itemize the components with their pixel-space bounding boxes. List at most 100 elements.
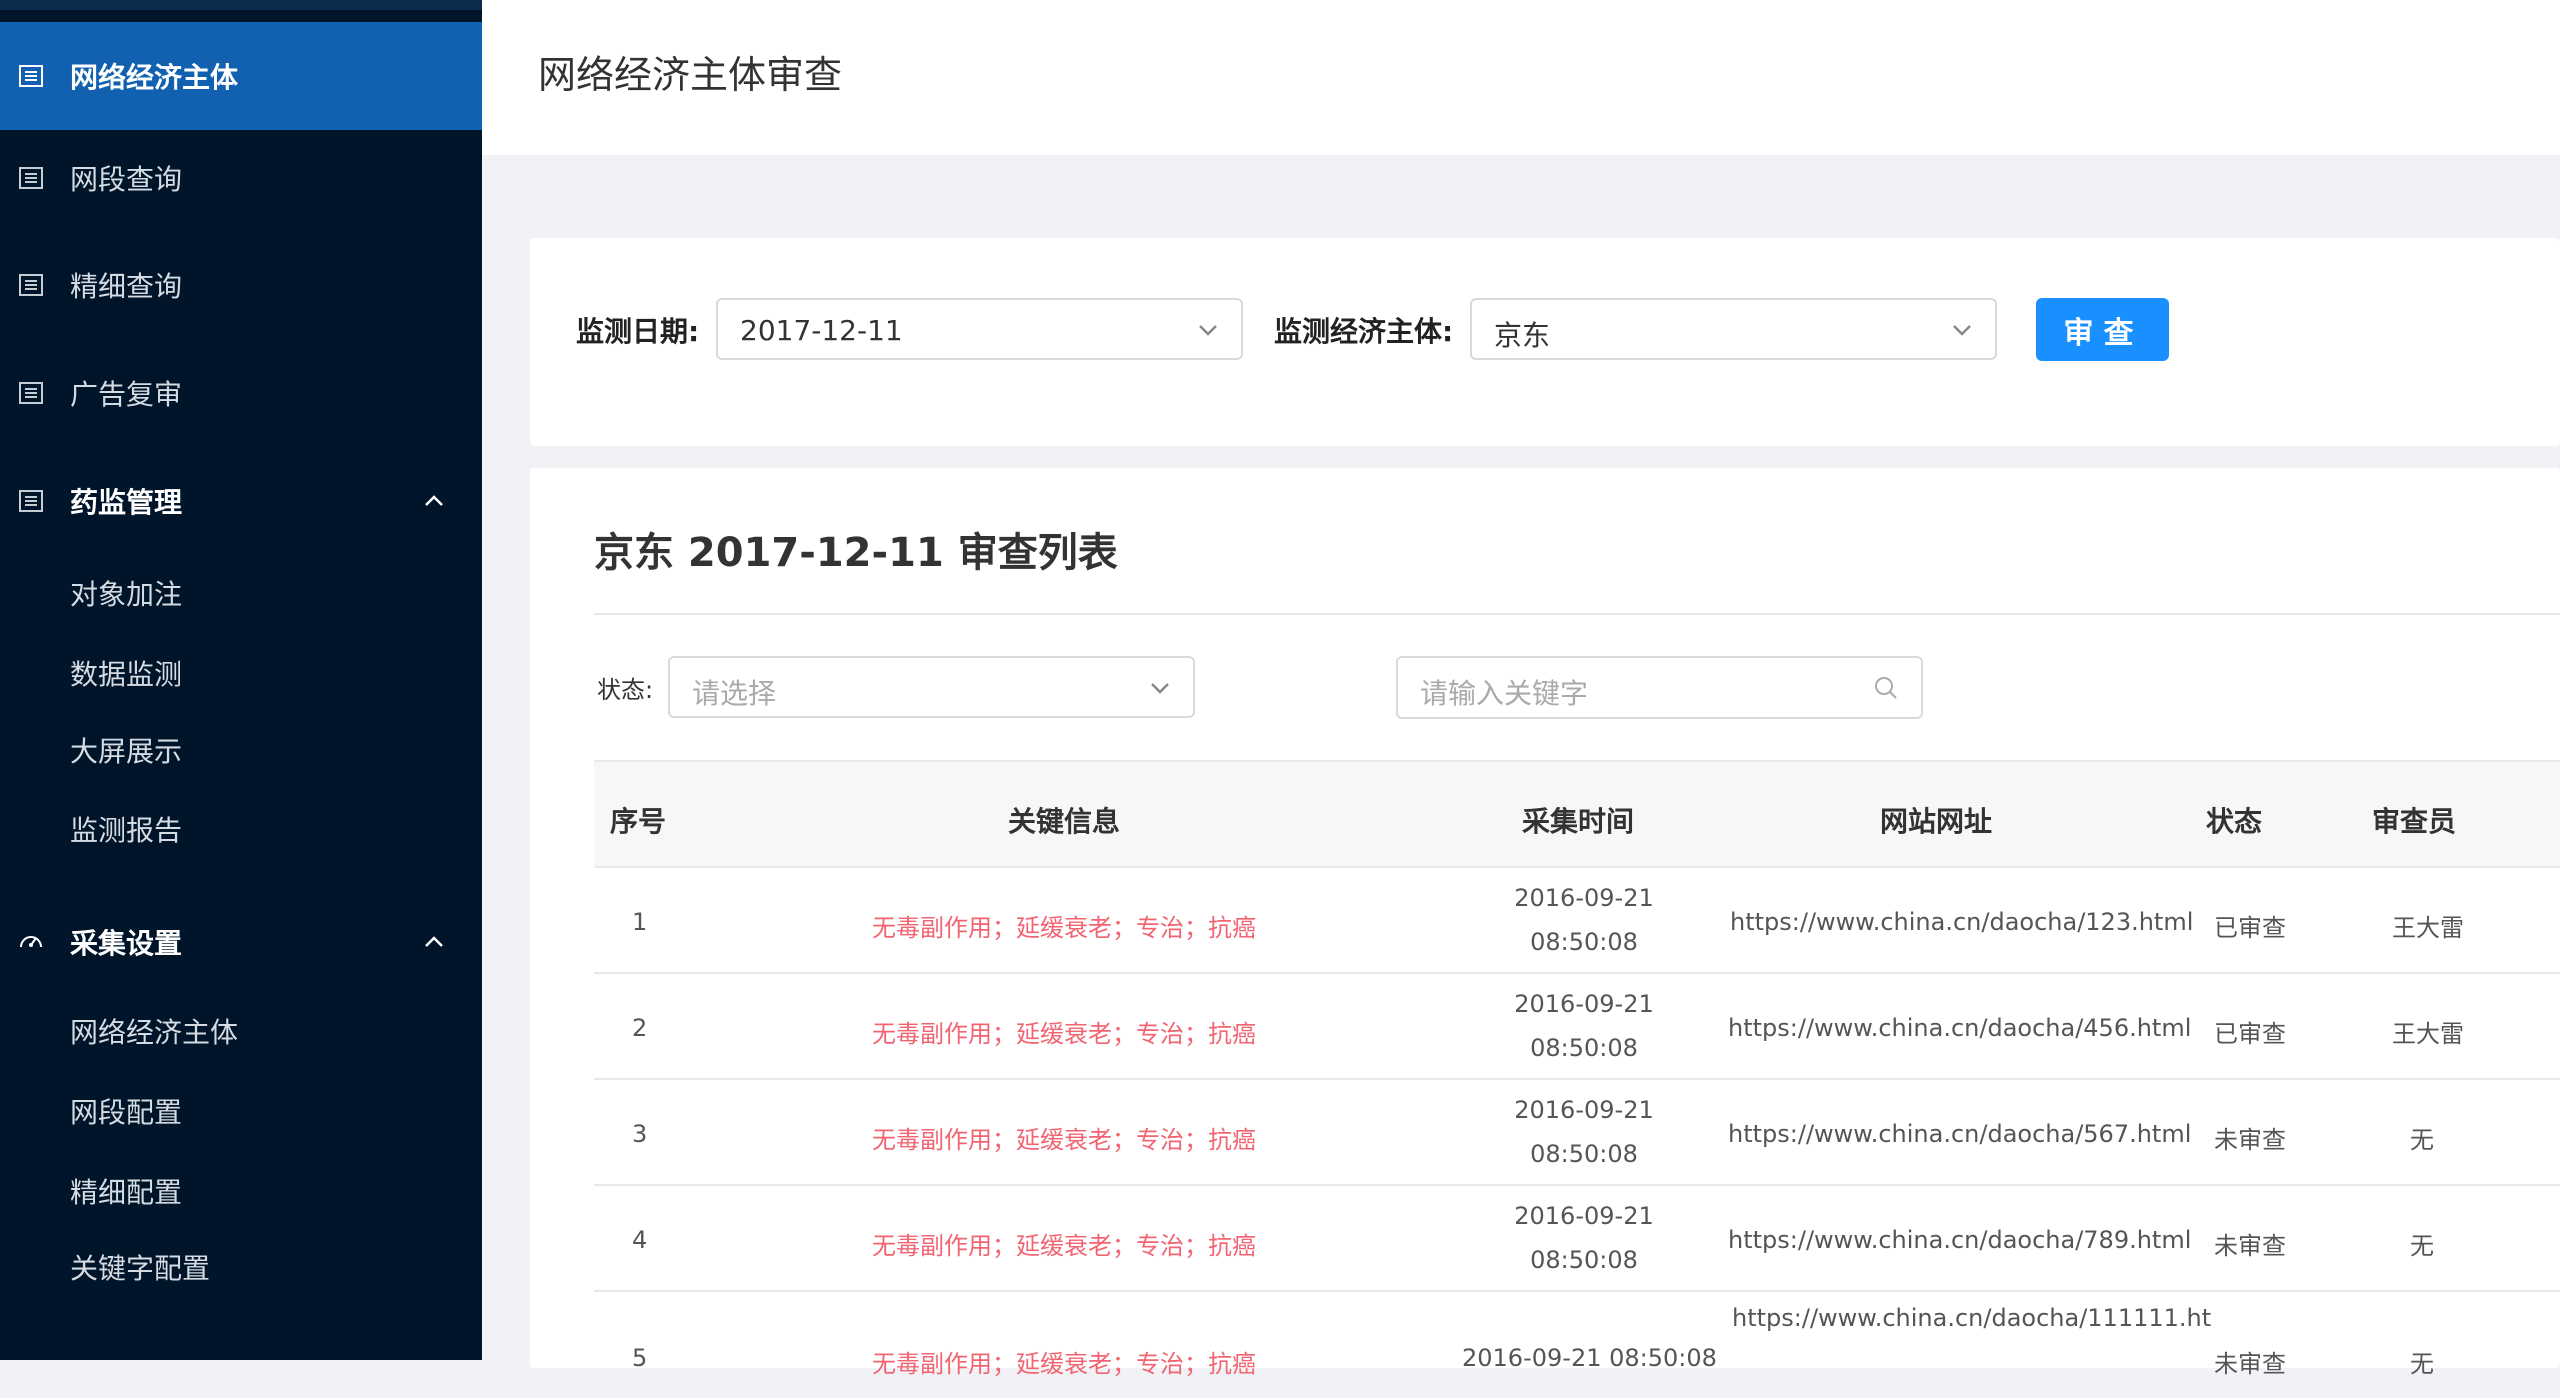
chevron-down-icon (1199, 325, 1217, 336)
cell-collect-clock: 08:50:08 (1530, 928, 1638, 956)
column-header-status: 状态 (2206, 805, 2263, 838)
cell-status: 未审查 (2214, 1350, 2286, 1378)
page-header: 网络经济主体审查 (482, 0, 2560, 155)
cell-reviewer: 王大雷 (2392, 914, 2464, 942)
cell-collect-clock: 08:50:08 (1530, 1034, 1638, 1062)
sidebar-item-label: 广告复审 (70, 378, 183, 411)
sidebar-subitem-fine-config[interactable]: 精细配置 (70, 1168, 182, 1218)
table-row[interactable]: 3 无毒副作用；延缓衰老；专治；抗癌 2016-09-21 08:50:08 h… (594, 1080, 2560, 1186)
cell-collect-date: 2016-09-21 (1514, 1096, 1654, 1124)
list-icon (19, 65, 43, 87)
cell-index: 5 (632, 1344, 648, 1372)
sidebar-subitem-segment-config[interactable]: 网段配置 (70, 1088, 182, 1138)
cell-url[interactable]: https://www.china.cn/daocha/111111.ht (1732, 1304, 2211, 1332)
cell-reviewer: 无 (2410, 1232, 2434, 1260)
sidebar: 网络经济主体 网段查询 精细查询 广告复审 药监管理 对象加注 数据监测 大屏展… (0, 0, 482, 1360)
date-value: 2017-12-11 (740, 314, 903, 347)
cell-collect-time: 2016-09-21 08:50:08 (1454, 1088, 1714, 1176)
cell-collect-time: 2016-09-21 08:50:08 (1454, 982, 1714, 1070)
cell-key-info: 无毒副作用；延缓衰老；专治；抗癌 (872, 914, 1256, 942)
cell-collect-time: 2016-09-21 08:50:08 (1454, 1194, 1714, 1282)
sidebar-item-label: 采集设置 (70, 927, 183, 960)
cell-reviewer: 无 (2410, 1350, 2434, 1378)
cell-collect-time: 2016-09-21 08:50:08 (1454, 876, 1714, 964)
cell-index: 3 (632, 1120, 648, 1148)
sidebar-item-network-entity[interactable]: 网络经济主体 (0, 22, 482, 130)
cell-key-info: 无毒副作用；延缓衰老；专治；抗癌 (872, 1350, 1256, 1378)
chevron-down-icon (1953, 325, 1971, 336)
cell-status: 未审查 (2214, 1232, 2286, 1260)
cell-url[interactable]: https://www.china.cn/daocha/456.html (1728, 1014, 2191, 1042)
list-title: 京东 2017-12-11 审查列表 (594, 530, 1118, 576)
cell-url[interactable]: https://www.china.cn/daocha/123.html (1730, 908, 2193, 936)
cell-collect-clock: 08:50:08 (1530, 1246, 1638, 1274)
sidebar-item-fine-query[interactable]: 精细查询 (0, 231, 482, 339)
sidebar-subitem-big-screen[interactable]: 大屏展示 (70, 727, 182, 777)
search-icon[interactable] (1873, 675, 1899, 701)
cell-status: 已审查 (2214, 1020, 2286, 1048)
status-placeholder: 请选择 (692, 677, 777, 710)
column-header-index: 序号 (610, 805, 667, 838)
list-icon (19, 167, 43, 189)
sidebar-item-label: 药监管理 (70, 486, 183, 519)
page-title: 网络经济主体审查 (538, 53, 843, 97)
chevron-down-icon (1151, 683, 1169, 694)
table-row[interactable]: 4 无毒副作用；延缓衰老；专治；抗癌 2016-09-21 08:50:08 h… (594, 1186, 2560, 1292)
cell-reviewer: 王大雷 (2392, 1020, 2464, 1048)
cell-collect-date: 2016-09-21 (1514, 1202, 1654, 1230)
sidebar-item-label: 精细查询 (70, 270, 183, 303)
cell-status: 未审查 (2214, 1126, 2286, 1154)
cell-status: 已审查 (2214, 914, 2286, 942)
column-header-key-info: 关键信息 (1008, 805, 1121, 838)
table-row[interactable]: 1 无毒副作用；延缓衰老；专治；抗癌 2016-09-21 08:50:08 h… (594, 868, 2560, 974)
sidebar-subitem-monitor-report[interactable]: 监测报告 (70, 806, 182, 856)
column-header-reviewer: 审查员 (2372, 805, 2457, 838)
status-filter-label: 状态: (597, 676, 654, 704)
entity-value: 京东 (1494, 319, 1551, 352)
list-icon (19, 490, 43, 512)
list-icon (19, 382, 43, 404)
divider (594, 613, 2560, 615)
sidebar-item-ad-review[interactable]: 广告复审 (0, 339, 482, 447)
keyword-search-input[interactable]: 请输入关键字 (1396, 656, 1923, 719)
review-button[interactable]: 审查 (2036, 298, 2169, 361)
keyword-placeholder: 请输入关键字 (1420, 677, 1589, 710)
sidebar-item-label: 网络经济主体 (70, 61, 239, 94)
sidebar-item-drug-admin[interactable]: 药监管理 (0, 447, 482, 555)
date-label: 监测日期: (576, 315, 700, 348)
cell-index: 1 (632, 908, 648, 936)
cell-key-info: 无毒副作用；延缓衰老；专治；抗癌 (872, 1020, 1256, 1048)
cell-url[interactable]: https://www.china.cn/daocha/789.html (1728, 1226, 2191, 1254)
cell-collect-date: 2016-09-21 (1514, 884, 1654, 912)
cell-reviewer: 无 (2410, 1126, 2434, 1154)
cell-collect-date: 2016-09-21 (1514, 990, 1654, 1018)
cell-key-info: 无毒副作用；延缓衰老；专治；抗癌 (872, 1126, 1256, 1154)
cell-index: 2 (632, 1014, 648, 1042)
cell-url[interactable]: https://www.china.cn/daocha/567.html (1728, 1120, 2191, 1148)
sidebar-top-strip (0, 0, 482, 10)
table-row[interactable]: 5 无毒副作用；延缓衰老；专治；抗癌 2016-09-21 08:50:08 h… (594, 1292, 2560, 1398)
sidebar-item-collection-settings[interactable]: 采集设置 (0, 888, 482, 996)
sidebar-subitem-network-entity[interactable]: 网络经济主体 (70, 1008, 238, 1058)
table-header: 序号 关键信息 采集时间 网站网址 状态 审查员 (594, 760, 2560, 868)
cell-collect-time: 2016-09-21 08:50:08 (1462, 1344, 1717, 1372)
date-picker[interactable]: 2017-12-11 (716, 298, 1243, 360)
chevron-up-icon (425, 936, 443, 947)
list-icon (19, 274, 43, 296)
cell-index: 4 (632, 1226, 648, 1254)
sidebar-subitem-keyword-config[interactable]: 关键字配置 (70, 1244, 210, 1294)
sidebar-item-label: 网段查询 (70, 163, 183, 196)
sidebar-item-segment-query[interactable]: 网段查询 (0, 124, 482, 232)
table-row[interactable]: 2 无毒副作用；延缓衰老；专治；抗癌 2016-09-21 08:50:08 h… (594, 974, 2560, 1080)
chevron-up-icon (425, 495, 443, 506)
sidebar-subitem-object-annotate[interactable]: 对象加注 (70, 570, 182, 620)
entity-label: 监测经济主体: (1274, 315, 1454, 348)
column-header-url: 网站网址 (1880, 805, 1993, 838)
gauge-icon (20, 936, 42, 948)
status-filter-select[interactable]: 请选择 (668, 656, 1195, 718)
cell-key-info: 无毒副作用；延缓衰老；专治；抗癌 (872, 1232, 1256, 1260)
column-header-collect-time: 采集时间 (1522, 805, 1635, 838)
cell-collect-clock: 08:50:08 (1530, 1140, 1638, 1168)
entity-select[interactable]: 京东 (1470, 298, 1997, 360)
sidebar-subitem-data-monitor[interactable]: 数据监测 (70, 650, 182, 700)
